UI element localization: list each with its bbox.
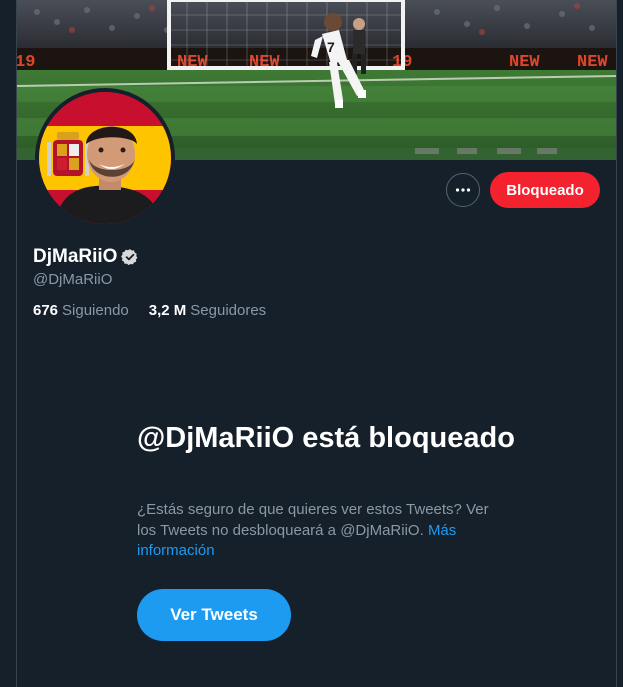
- profile-name-row: DjMaRiiO: [33, 245, 139, 269]
- followers-link[interactable]: 3,2 M Seguidores: [149, 302, 266, 320]
- following-count: 676: [33, 302, 59, 319]
- avatar-image: [39, 92, 171, 224]
- following-label: Siguiendo: [62, 302, 129, 319]
- svg-text:19: 19: [17, 53, 35, 72]
- svg-text:NEW: NEW: [509, 53, 540, 72]
- view-tweets-button[interactable]: Ver Tweets: [137, 589, 291, 641]
- blocked-title: @DjMaRiiO está bloqueado: [137, 422, 515, 454]
- column-border-right: [616, 0, 617, 687]
- display-name: DjMaRiiO: [33, 246, 118, 267]
- more-horizontal-icon: [455, 188, 471, 192]
- profile-stats: 676 Siguiendo 3,2 M Seguidores: [33, 302, 286, 320]
- svg-text:7: 7: [327, 39, 335, 55]
- profile-avatar[interactable]: [35, 88, 175, 228]
- svg-text:NEW: NEW: [577, 53, 608, 72]
- blocked-button[interactable]: Bloqueado: [490, 172, 600, 208]
- blocked-description: ¿Estás seguro de que quieres ver estos T…: [137, 500, 497, 562]
- followers-label: Seguidores: [190, 302, 267, 319]
- verified-badge-icon[interactable]: [121, 248, 139, 266]
- profile-page: 19 NEW NEW 19 NEW NEW 7 Bloqueado DjMaRi…: [0, 0, 623, 687]
- followers-count: 3,2 M: [148, 302, 187, 319]
- profile-handle: @DjMaRiiO: [33, 271, 113, 288]
- more-options-button[interactable]: [446, 173, 480, 207]
- following-link[interactable]: 676 Siguiendo: [33, 302, 129, 320]
